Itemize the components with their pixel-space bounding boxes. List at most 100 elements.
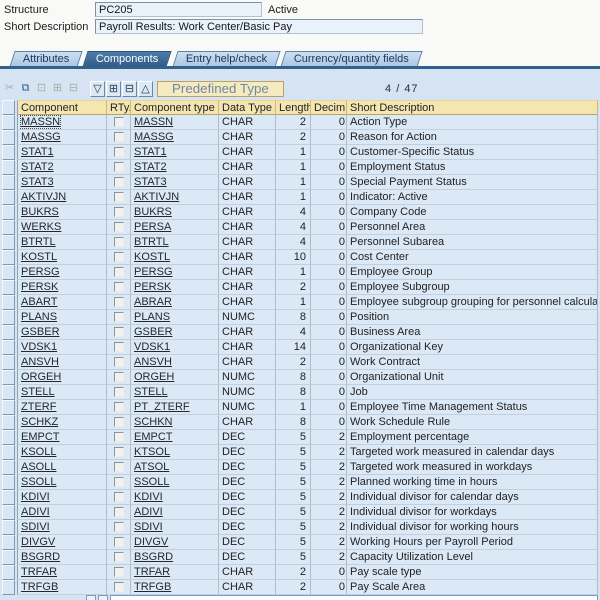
component-type-link[interactable]: AKTIVJN	[134, 191, 179, 203]
rty-checkbox[interactable]	[114, 267, 124, 277]
component-cell[interactable]: STELL	[17, 385, 107, 400]
component-link[interactable]: BTRTL	[21, 236, 56, 248]
rty-checkbox[interactable]	[114, 222, 124, 232]
component-cell[interactable]: KOSTL	[17, 250, 107, 265]
component-link[interactable]: TRFGB	[21, 581, 58, 593]
rty-checkbox[interactable]	[114, 372, 124, 382]
row-selector-cell[interactable]	[2, 490, 15, 505]
rty-checkbox[interactable]	[114, 507, 124, 517]
rty-checkbox[interactable]	[114, 492, 124, 502]
structure-input[interactable]: PC205	[95, 2, 262, 17]
row-selector-cell[interactable]	[2, 295, 15, 310]
component-type-cell[interactable]: SCHKN	[131, 415, 219, 430]
component-type-cell[interactable]: TRFGB	[131, 580, 219, 595]
row-selector-cell[interactable]	[2, 445, 15, 460]
component-type-cell[interactable]: SSOLL	[131, 475, 219, 490]
header-selector-cell[interactable]	[2, 100, 15, 115]
row-selector-cell[interactable]	[2, 145, 15, 160]
component-cell[interactable]: TRFAR	[17, 565, 107, 580]
component-type-cell[interactable]: DIVGV	[131, 535, 219, 550]
rty-checkbox[interactable]	[114, 207, 124, 217]
component-link[interactable]: SCHKZ	[21, 416, 58, 428]
component-link[interactable]: DIVGV	[21, 536, 55, 548]
rty-checkbox[interactable]	[114, 177, 124, 187]
component-type-cell[interactable]: ATSOL	[131, 460, 219, 475]
component-link[interactable]: TRFAR	[21, 566, 57, 578]
rty-checkbox[interactable]	[114, 537, 124, 547]
component-link[interactable]: STELL	[21, 386, 55, 398]
component-type-cell[interactable]: KOSTL	[131, 250, 219, 265]
row-selector-cell[interactable]	[2, 580, 15, 595]
rty-checkbox[interactable]	[114, 282, 124, 292]
component-type-link[interactable]: VDSK1	[134, 341, 170, 353]
tab-components[interactable]: Components	[83, 51, 173, 67]
component-type-link[interactable]: STAT1	[134, 146, 167, 158]
row-selector-cell[interactable]	[2, 325, 15, 340]
predefined-type-button[interactable]: Predefined Type	[157, 81, 284, 97]
component-type-link[interactable]: SDIVI	[134, 521, 163, 533]
row-selector-cell[interactable]	[2, 220, 15, 235]
column-header-c5[interactable]: Decim..	[311, 100, 347, 115]
rty-checkbox[interactable]	[114, 312, 124, 322]
component-type-link[interactable]: STELL	[134, 386, 168, 398]
tab-attributes[interactable]: Attributes	[9, 51, 83, 67]
component-type-cell[interactable]: AKTIVJN	[131, 190, 219, 205]
component-link[interactable]: PERSK	[21, 281, 58, 293]
component-link[interactable]: ANSVH	[21, 356, 59, 368]
component-type-cell[interactable]: PERSA	[131, 220, 219, 235]
component-link[interactable]: BUKRS	[21, 206, 59, 218]
component-type-link[interactable]: SCHKN	[134, 416, 173, 428]
component-cell[interactable]: ASOLL	[17, 460, 107, 475]
component-link[interactable]: PLANS	[21, 311, 57, 323]
component-cell[interactable]: EMPCT	[17, 430, 107, 445]
component-type-cell[interactable]: MASSG	[131, 130, 219, 145]
component-type-link[interactable]: TRFGB	[134, 581, 171, 593]
row-selector-cell[interactable]	[2, 115, 15, 130]
component-link[interactable]: GSBER	[21, 326, 60, 338]
component-type-link[interactable]: PERSG	[134, 266, 173, 278]
component-link[interactable]: AKTIVJN	[21, 191, 66, 203]
component-cell[interactable]: GSBER	[17, 325, 107, 340]
component-type-link[interactable]: ADIVI	[134, 506, 163, 518]
component-type-cell[interactable]: SDIVI	[131, 520, 219, 535]
rty-checkbox[interactable]	[114, 462, 124, 472]
component-type-cell[interactable]: PERSG	[131, 265, 219, 280]
component-link[interactable]: EMPCT	[21, 431, 60, 443]
component-type-cell[interactable]: STAT2	[131, 160, 219, 175]
component-type-link[interactable]: PT_ZTERF	[134, 401, 190, 413]
component-cell[interactable]: BTRTL	[17, 235, 107, 250]
row-selector-cell[interactable]	[2, 430, 15, 445]
component-cell[interactable]: SSOLL	[17, 475, 107, 490]
component-type-link[interactable]: ORGEH	[134, 371, 174, 383]
rty-checkbox[interactable]	[114, 327, 124, 337]
row-selector-cell[interactable]	[2, 370, 15, 385]
component-link[interactable]: KOSTL	[21, 251, 57, 263]
component-link[interactable]: KDIVI	[21, 491, 50, 503]
row-selector-cell[interactable]	[2, 475, 15, 490]
rty-checkbox[interactable]	[114, 132, 124, 142]
component-type-cell[interactable]: PT_ZTERF	[131, 400, 219, 415]
rty-checkbox[interactable]	[114, 147, 124, 157]
component-type-link[interactable]: SSOLL	[134, 476, 169, 488]
row-selector-cell[interactable]	[2, 460, 15, 475]
component-cell[interactable]: SCHKZ	[17, 415, 107, 430]
component-type-cell[interactable]: KTSOL	[131, 445, 219, 460]
component-type-cell[interactable]: TRFAR	[131, 565, 219, 580]
rty-checkbox[interactable]	[114, 117, 124, 127]
component-type-link[interactable]: MASSG	[134, 131, 174, 143]
component-cell[interactable]: PLANS	[17, 310, 107, 325]
component-type-link[interactable]: BSGRD	[134, 551, 173, 563]
row-selector-cell[interactable]	[2, 520, 15, 535]
component-cell[interactable]: TRFGB	[17, 580, 107, 595]
component-type-link[interactable]: PLANS	[134, 311, 170, 323]
component-type-cell[interactable]: ABRAR	[131, 295, 219, 310]
component-cell[interactable]: MASSG	[17, 130, 107, 145]
component-type-link[interactable]: KOSTL	[134, 251, 170, 263]
component-link[interactable]: SDIVI	[21, 521, 50, 533]
component-link[interactable]: SSOLL	[21, 476, 56, 488]
component-type-cell[interactable]: STELL	[131, 385, 219, 400]
row-selector-cell[interactable]	[2, 565, 15, 580]
component-cell[interactable]: STAT1	[17, 145, 107, 160]
short-description-input[interactable]: Payroll Results: Work Center/Basic Pay	[95, 19, 423, 34]
component-cell[interactable]: KSOLL	[17, 445, 107, 460]
